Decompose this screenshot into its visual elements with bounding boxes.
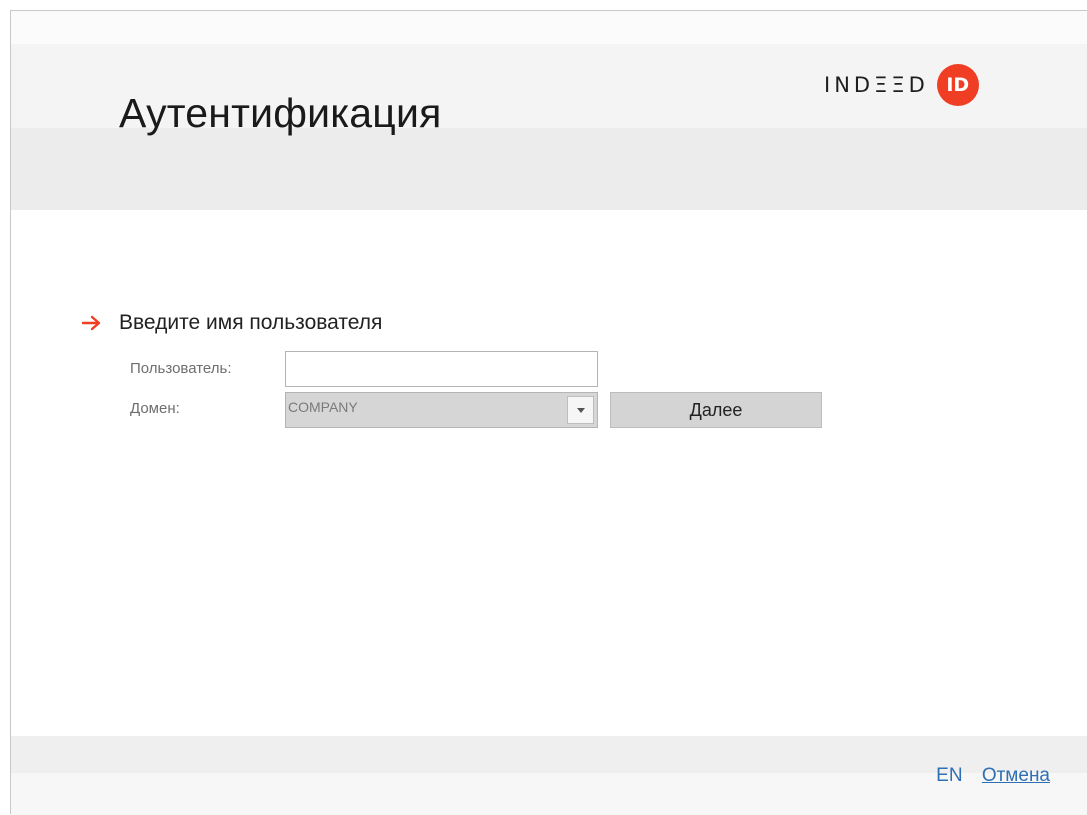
domain-label: Домен: [130,400,180,417]
header: Аутентификация INDΞΞD ID [11,11,1087,210]
arrow-right-icon [81,315,101,331]
prompt-text: Введите имя пользователя [119,311,383,334]
logo-wordmark: INDΞΞD [824,73,929,97]
form-prompt: Введите имя пользователя [81,311,382,335]
footer-links: EN Отмена [936,765,1050,787]
cancel-link[interactable]: Отмена [982,765,1050,786]
user-label: Пользователь: [130,360,232,377]
domain-select[interactable]: COMPANY [285,392,598,428]
page-title: Аутентификация [119,90,442,136]
indeed-id-logo: INDΞΞD ID [824,63,979,107]
domain-value: COMPANY [288,399,358,415]
logo-badge: ID [936,64,979,106]
chevron-down-icon [576,407,585,413]
dropdown-button[interactable] [567,396,594,424]
auth-window: Аутентификация INDΞΞD ID Введите имя пол… [10,10,1087,815]
next-button[interactable]: Далее [610,392,822,428]
language-link[interactable]: EN [936,765,962,786]
user-input[interactable] [285,351,598,387]
footer [11,736,1087,815]
